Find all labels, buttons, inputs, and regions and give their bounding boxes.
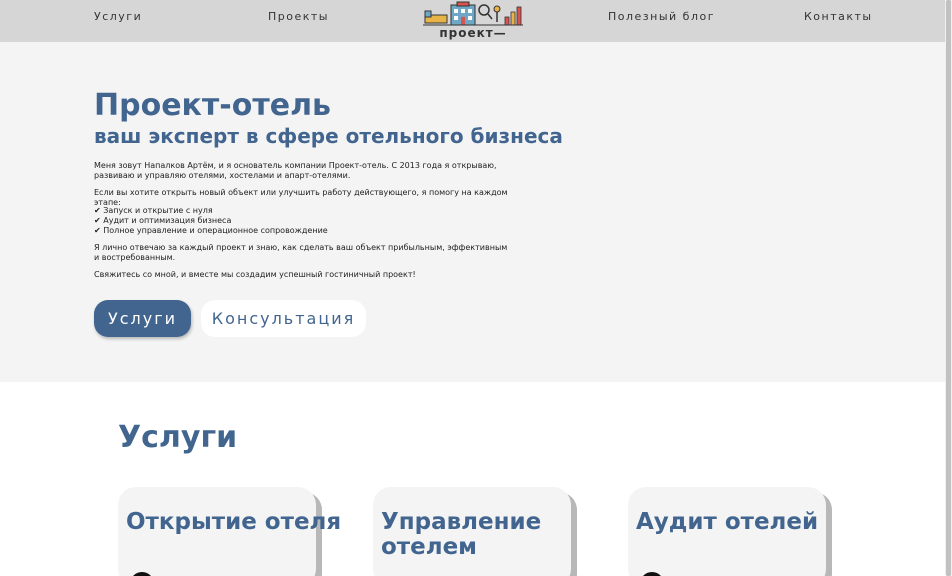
site-logo[interactable]: проект—отель: [423, 1, 523, 54]
hero-cta-text: Свяжитесь со мной, и вместе мы создадим …: [94, 270, 416, 279]
hero-subtitle: ваш эксперт в сфере отельного бизнеса: [94, 124, 563, 148]
service-card-title: Аудит отелей: [636, 509, 819, 535]
hero-title: Проект-отель: [94, 88, 332, 123]
site-header: Услуги Проекты проект— Полезный блог Кон…: [0, 0, 945, 54]
nav-blog-link[interactable]: Полезный блог: [608, 10, 715, 23]
scrollbar-thumb[interactable]: [946, 0, 951, 576]
hero-intro-text: Меня зовут Напалков Артём, и я основател…: [94, 161, 497, 180]
service-card-title: Открытие отеля: [126, 509, 342, 535]
service-card-opening[interactable]: Открытие отеля: [118, 487, 342, 576]
service-card-management[interactable]: Управление отелем: [373, 487, 571, 576]
hero-responsibility-text: Я лично отвечаю за каждый проект и знаю,…: [94, 243, 508, 262]
services-button[interactable]: Услуги: [94, 300, 191, 337]
nav-contacts-link[interactable]: Контакты: [804, 10, 873, 23]
hero-lead-text: Если вы хотите открыть новый объект или …: [94, 188, 508, 207]
card-bullet-icon: [640, 572, 664, 576]
hero-list-item: ✔ Полное управление и операционное сопро…: [94, 226, 328, 235]
service-card-title: Управление отелем: [381, 509, 542, 560]
services-section-title: Услуги: [118, 420, 238, 455]
consultation-button[interactable]: Консультация: [201, 300, 366, 337]
nav-services-link[interactable]: Услуги: [94, 10, 142, 23]
card-bullet-icon: [130, 572, 154, 576]
hero-list-item: ✔ Аудит и оптимизация бизнеса: [94, 216, 232, 225]
nav-projects-link[interactable]: Проекты: [268, 10, 329, 23]
hero-list-item: ✔ Запуск и открытие с нуля: [94, 206, 213, 215]
hotel-logo-icon: [423, 1, 523, 26]
service-card-audit[interactable]: Аудит отелей: [628, 487, 826, 576]
